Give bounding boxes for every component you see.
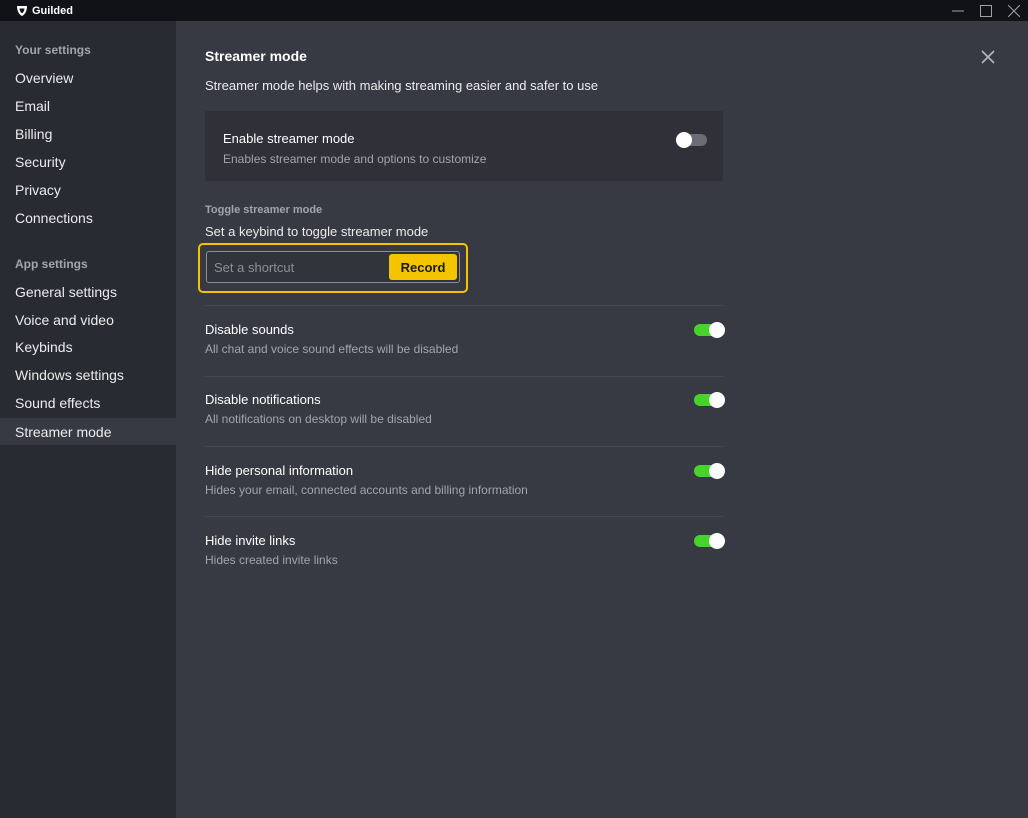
setting-row-hide-personal-information: Hide personal information Hides your ema… — [205, 463, 725, 513]
title-bar: Guilded — [0, 0, 1028, 21]
sidebar-item-windows-settings[interactable]: Windows settings — [0, 361, 176, 388]
keybind-section-header: Toggle streamer mode — [205, 204, 323, 216]
toggle-knob — [709, 463, 725, 479]
page-subtitle: Streamer mode helps with making streamin… — [205, 78, 599, 93]
maximize-icon[interactable] — [972, 0, 1000, 21]
sidebar-item-sound-effects[interactable]: Sound effects — [0, 389, 176, 416]
enable-streamer-mode-toggle[interactable] — [676, 132, 707, 148]
app-title: Guilded — [32, 4, 73, 17]
disable-sounds-toggle[interactable] — [694, 322, 725, 338]
setting-title: Hide invite links — [205, 533, 296, 548]
hide-invite-links-toggle[interactable] — [694, 533, 725, 549]
setting-description: All notifications on desktop will be dis… — [205, 412, 432, 426]
setting-title: Disable notifications — [205, 392, 321, 407]
divider — [205, 305, 723, 306]
hide-personal-information-toggle[interactable] — [694, 463, 725, 479]
enable-streamer-mode-title: Enable streamer mode — [223, 131, 355, 146]
divider — [205, 516, 723, 517]
sidebar-item-streamer-mode[interactable]: Streamer mode — [0, 418, 176, 445]
sidebar-item-security[interactable]: Security — [0, 148, 176, 175]
window-controls — [944, 0, 1028, 21]
setting-row-disable-sounds: Disable sounds All chat and voice sound … — [205, 322, 725, 372]
close-settings-button[interactable] — [979, 48, 997, 66]
setting-description: All chat and voice sound effects will be… — [205, 342, 459, 356]
sidebar-item-general-settings[interactable]: General settings — [0, 278, 176, 305]
settings-main: Streamer mode Streamer mode helps with m… — [176, 21, 1028, 818]
sidebar-item-keybinds[interactable]: Keybinds — [0, 333, 176, 360]
setting-title: Hide personal information — [205, 463, 354, 478]
enable-streamer-mode-card: Enable streamer mode Enables streamer mo… — [205, 111, 723, 181]
divider — [205, 376, 723, 377]
minimize-icon[interactable] — [944, 0, 972, 21]
sidebar-item-connections[interactable]: Connections — [0, 204, 176, 231]
shortcut-focus-ring: Record — [198, 243, 468, 293]
settings-sidebar: Your settings Overview Email Billing Sec… — [0, 21, 176, 818]
close-icon[interactable] — [1000, 0, 1028, 21]
toggle-knob — [676, 132, 692, 148]
toggle-knob — [709, 392, 725, 408]
toggle-knob — [709, 533, 725, 549]
sidebar-item-voice-and-video[interactable]: Voice and video — [0, 306, 176, 333]
divider — [205, 446, 723, 447]
guilded-logo-icon — [17, 5, 27, 16]
toggle-knob — [709, 322, 725, 338]
setting-description: Hides created invite links — [205, 553, 338, 567]
sidebar-item-email[interactable]: Email — [0, 92, 176, 119]
section-header-app-settings: App settings — [15, 257, 88, 271]
shortcut-input[interactable] — [214, 253, 384, 281]
close-icon — [981, 50, 995, 64]
disable-notifications-toggle[interactable] — [694, 392, 725, 408]
keybind-description: Set a keybind to toggle streamer mode — [205, 224, 429, 239]
setting-description: Hides your email, connected accounts and… — [205, 483, 528, 497]
enable-streamer-mode-description: Enables streamer mode and options to cus… — [223, 152, 487, 166]
app-brand: Guilded — [16, 5, 73, 17]
sidebar-item-billing[interactable]: Billing — [0, 120, 176, 147]
sidebar-item-overview[interactable]: Overview — [0, 64, 176, 91]
page-title: Streamer mode — [205, 48, 307, 64]
setting-row-hide-invite-links: Hide invite links Hides created invite l… — [205, 533, 725, 583]
setting-title: Disable sounds — [205, 322, 294, 337]
sidebar-item-privacy[interactable]: Privacy — [0, 176, 176, 203]
section-header-your-settings: Your settings — [15, 43, 91, 57]
shortcut-field: Record — [206, 251, 460, 283]
record-button[interactable]: Record — [389, 254, 457, 280]
setting-row-disable-notifications: Disable notifications All notifications … — [205, 392, 725, 442]
